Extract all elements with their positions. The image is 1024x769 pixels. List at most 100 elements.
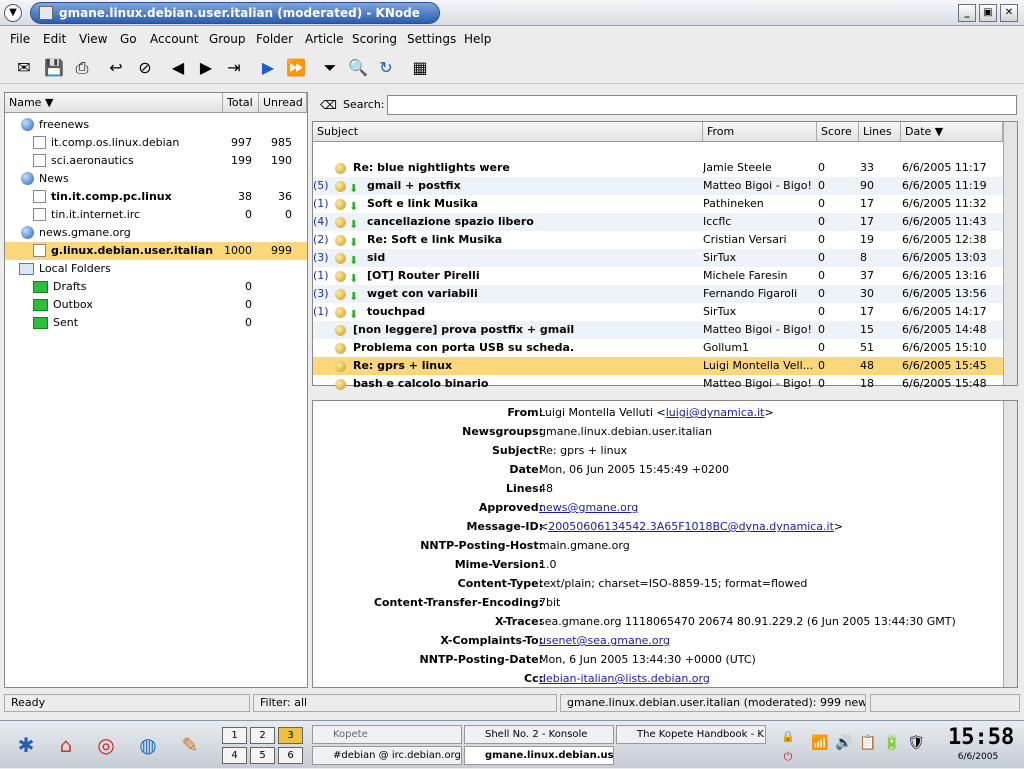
article-row[interactable]: Re: blue nightlights were Jamie Steele 0 33… bbox=[313, 159, 1003, 177]
header-link[interactable]: luigi@dynamica.it bbox=[666, 406, 765, 419]
article-row[interactable]: ⬇ sid (3) SirTux 0 8 6/6/2005 13:03 bbox=[313, 249, 1003, 267]
back-icon[interactable]: ◀ bbox=[166, 56, 190, 80]
home-icon[interactable]: ⌂ bbox=[48, 727, 84, 763]
menu-article[interactable]: Article bbox=[305, 32, 344, 46]
header-link[interactable]: 20050606134542.3A65F1018BC@dyna.dynamica… bbox=[548, 520, 834, 533]
header-key: Lines: bbox=[505, 482, 543, 495]
column-name[interactable]: Name ▼ bbox=[5, 93, 223, 113]
tree-group-selected[interactable]: g.linux.debian.user.italian 1000 999 bbox=[5, 242, 307, 260]
desktop-3[interactable]: 3 bbox=[278, 727, 303, 744]
tree-local-folders[interactable]: Local Folders bbox=[5, 260, 307, 278]
battery-icon[interactable]: 🔋 bbox=[882, 731, 902, 755]
article-scrollbar[interactable] bbox=[1003, 122, 1017, 385]
task-kopete[interactable]: Kopete bbox=[312, 725, 462, 744]
tree-folder-sent[interactable]: Sent 0 bbox=[5, 314, 307, 332]
article-row[interactable]: ⬇ wget con variabili (3) Fernando Figaroli 0… bbox=[313, 285, 1003, 303]
menu-edit[interactable]: Edit bbox=[43, 32, 66, 46]
column-subject[interactable]: Subject bbox=[313, 122, 703, 142]
menu-go[interactable]: Go bbox=[120, 32, 137, 46]
menu-file[interactable]: File bbox=[10, 32, 30, 46]
article-row[interactable]: bash e calcolo binario Matteo Bigoi - Big… bbox=[313, 375, 1003, 393]
new-article-icon[interactable]: ✉ bbox=[12, 56, 36, 80]
article-row[interactable]: Re: gprs + linux Luigi Montella Vell... 0 4… bbox=[313, 357, 1003, 375]
task-konsole[interactable]: Shell No. 2 - Konsole bbox=[464, 725, 614, 744]
menu-settings[interactable]: Settings bbox=[407, 32, 456, 46]
next-unread-icon[interactable]: ▶ bbox=[256, 56, 280, 80]
article-row[interactable]: ⬇ cancellazione spazio libero (4) Iccflc 0 17… bbox=[313, 213, 1003, 231]
tree-group[interactable]: it.comp.os.linux.debian 997 985 bbox=[5, 134, 307, 152]
total-count: 0 bbox=[245, 208, 252, 221]
tree-group[interactable]: tin.it.comp.pc.linux 38 36 bbox=[5, 188, 307, 206]
article-row[interactable]: ⬇ Soft e link Musika (1) Pathineken 0 17 6/6/2… bbox=[313, 195, 1003, 213]
column-lines[interactable]: Lines bbox=[859, 122, 901, 142]
header-link[interactable]: news@gmane.org bbox=[539, 501, 638, 514]
window-menu-button[interactable]: ▼ bbox=[4, 4, 22, 22]
search-input[interactable] bbox=[387, 95, 1017, 115]
task-irc[interactable]: #debian @ irc.debian.org bbox=[312, 746, 462, 765]
menu-group[interactable]: Group bbox=[209, 32, 246, 46]
column-total[interactable]: Total bbox=[223, 93, 259, 113]
menu-view[interactable]: View bbox=[79, 32, 107, 46]
menu-help[interactable]: Help bbox=[464, 32, 491, 46]
column-date[interactable]: Date ▼ bbox=[901, 122, 1003, 142]
thread-count: (2) bbox=[313, 233, 329, 246]
tree-account-freenews[interactable]: freenews bbox=[5, 116, 307, 134]
tree-group[interactable]: tin.it.internet.irc 0 0 bbox=[5, 206, 307, 224]
desktop-4[interactable]: 4 bbox=[222, 747, 247, 764]
fetch-icon[interactable]: ▦ bbox=[408, 56, 432, 80]
filter-icon[interactable]: ⏷ bbox=[318, 56, 342, 80]
tree-account-gmane[interactable]: news.gmane.org bbox=[5, 224, 307, 242]
search-icon[interactable]: 🔍 bbox=[346, 56, 370, 80]
desktop-1[interactable]: 1 bbox=[222, 727, 247, 744]
status-bar: Ready Filter: all gmane.linux.debian.use… bbox=[0, 692, 1024, 714]
maximize-button[interactable]: ▣ bbox=[979, 4, 997, 22]
article-row[interactable]: ⬇ [OT] Router Pirelli (1) Michele Faresin 0 3… bbox=[313, 267, 1003, 285]
k-menu-icon[interactable]: ✱ bbox=[8, 727, 44, 763]
article-row[interactable]: ⬇ touchpad (1) SirTux 0 17 6/6/2005 14:17 bbox=[313, 303, 1003, 321]
clipboard-icon[interactable]: 📋 bbox=[858, 731, 878, 755]
next-unread-thread-icon[interactable]: ⏩ bbox=[284, 56, 308, 80]
clock[interactable]: 15:58 6/6/2005 bbox=[948, 725, 1014, 765]
refresh-icon[interactable]: ↻ bbox=[374, 56, 398, 80]
tree-group[interactable]: sci.aeronautics 199 190 bbox=[5, 152, 307, 170]
desktop-6[interactable]: 6 bbox=[278, 747, 303, 764]
save-icon[interactable]: 💾 bbox=[42, 56, 66, 80]
forward-icon[interactable]: ▶ bbox=[194, 56, 218, 80]
print-icon[interactable]: ⎙ bbox=[70, 56, 94, 80]
close-button[interactable]: ✕ bbox=[1000, 4, 1018, 22]
menu-account[interactable]: Account bbox=[150, 32, 198, 46]
next-thread-icon[interactable]: ⇥ bbox=[222, 56, 246, 80]
column-score[interactable]: Score bbox=[817, 122, 859, 142]
article-score: 0 bbox=[818, 179, 825, 192]
window-title-pill[interactable]: gmane.linux.debian.user.italian (moderat… bbox=[30, 2, 440, 24]
task-knode[interactable]: gmane.linux.debian.use bbox=[464, 746, 614, 765]
tree-account-news[interactable]: News bbox=[5, 170, 307, 188]
article-row[interactable]: [non leggere] prova postfix + gmail Matte… bbox=[313, 321, 1003, 339]
tray-app-icon[interactable]: 🛡 bbox=[906, 731, 926, 755]
clear-search-icon[interactable]: ⌫ bbox=[320, 98, 337, 112]
browser-icon[interactable]: ◍ bbox=[130, 727, 166, 763]
tree-folder-drafts[interactable]: Drafts 0 bbox=[5, 278, 307, 296]
column-from[interactable]: From bbox=[703, 122, 817, 142]
editor-icon[interactable]: ✎ bbox=[172, 727, 208, 763]
viewer-scrollbar[interactable] bbox=[1003, 401, 1017, 687]
menu-scoring[interactable]: Scoring bbox=[352, 32, 397, 46]
volume-icon[interactable]: 🔊 bbox=[834, 731, 854, 755]
header-link[interactable]: debian-italian@lists.debian.org bbox=[539, 672, 710, 685]
column-unread[interactable]: Unread bbox=[259, 93, 307, 113]
article-row[interactable]: ⬇ Re: Soft e link Musika (2) Cristian Versa… bbox=[313, 231, 1003, 249]
post-reply-icon[interactable]: ↩ bbox=[104, 56, 128, 80]
minimize-button[interactable]: _ bbox=[958, 4, 976, 22]
network-icon[interactable]: 📶 bbox=[810, 731, 830, 755]
task-kopete-handbook[interactable]: The Kopete Handbook - K bbox=[616, 725, 766, 744]
article-row[interactable]: Problema con porta USB su scheda. Gollum1… bbox=[313, 339, 1003, 357]
tree-folder-outbox[interactable]: Outbox 0 bbox=[5, 296, 307, 314]
help-icon[interactable]: ◎ bbox=[88, 727, 124, 763]
cancel-icon[interactable]: ⊘ bbox=[133, 56, 157, 80]
desktop-5[interactable]: 5 bbox=[250, 747, 275, 764]
header-link[interactable]: usenet@sea.gmane.org bbox=[539, 634, 670, 647]
menu-folder[interactable]: Folder bbox=[256, 32, 293, 46]
logout-icon[interactable]: ⏻ bbox=[778, 745, 798, 769]
desktop-2[interactable]: 2 bbox=[250, 727, 275, 744]
article-row[interactable]: ⬇ gmail + postfix (5) Matteo Bigoi - Bigo! 0… bbox=[313, 177, 1003, 195]
